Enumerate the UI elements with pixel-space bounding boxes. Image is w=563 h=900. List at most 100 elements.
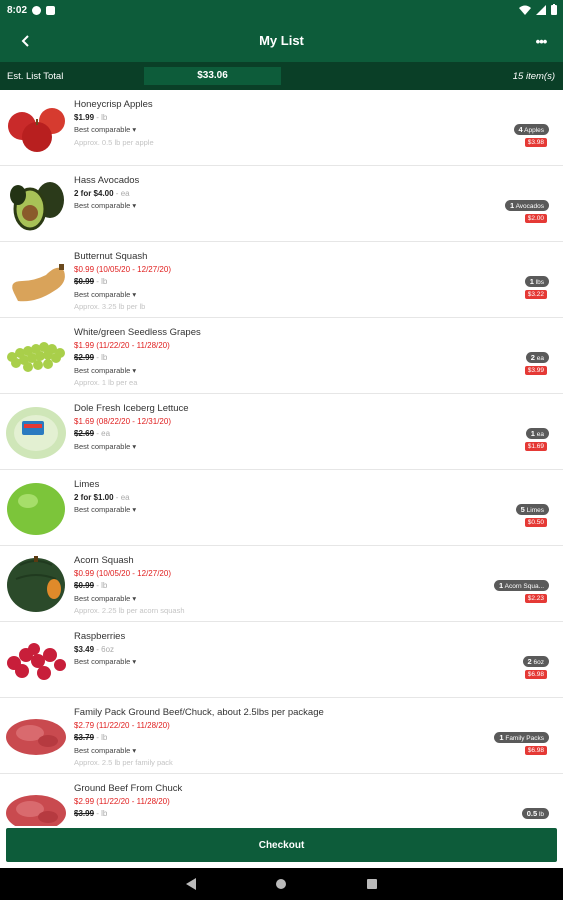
product-image <box>4 403 68 461</box>
item-name[interactable]: Raspberries <box>74 631 454 644</box>
sale-dates: (10/05/20 - 12/27/20) <box>96 568 171 578</box>
item-name[interactable]: Acorn Squash <box>74 555 454 568</box>
sale-price-line: $1.99 (11/22/20 - 11/28/20) <box>74 340 454 353</box>
quantity-unit: Family Packs <box>505 735 544 742</box>
product-image <box>4 555 68 613</box>
approx-weight: Approx. 2.5 lb per family pack <box>74 758 173 767</box>
nav-recents-icon[interactable] <box>367 879 377 889</box>
sale-price: $2.99 <box>74 796 95 806</box>
quantity-badge[interactable]: 0.5 lb <box>521 808 549 819</box>
best-comparable-dropdown[interactable]: Best comparable ▾ <box>74 745 454 758</box>
app-bar: My List ••• <box>0 20 563 62</box>
item-name[interactable]: White/green Seedless Grapes <box>74 327 454 340</box>
page-title: My List <box>259 33 304 48</box>
product-image <box>4 327 68 385</box>
regular-price: 2 for $4.00 <box>74 188 114 198</box>
regular-price-line: $3.99 - lb <box>74 808 454 821</box>
sale-price: $0.99 <box>74 568 95 578</box>
sale-dates: (11/22/20 - 11/28/20) <box>96 720 170 730</box>
product-image <box>4 99 68 157</box>
item-name[interactable]: Dole Fresh Iceberg Lettuce <box>74 403 454 416</box>
best-comparable-dropdown[interactable]: Best comparable ▾ <box>74 656 454 669</box>
item-name[interactable]: Hass Avocados <box>74 175 454 188</box>
list-item[interactable]: Honeycrisp Apples $1.99 - lb Best comparab… <box>0 90 563 166</box>
shopping-list[interactable]: Honeycrisp Apples $1.99 - lb Best comparab… <box>0 90 563 826</box>
price-line: 2 for $1.00 - ea <box>74 492 454 505</box>
nav-back-icon[interactable] <box>186 878 196 890</box>
line-total-badge: $3.22 <box>524 290 547 299</box>
nav-home-icon[interactable] <box>276 879 286 889</box>
approx-weight: Approx. 2.25 lb per acorn squash <box>74 606 185 615</box>
sale-dates: (11/22/20 - 11/28/20) <box>96 340 170 350</box>
item-info: Hass Avocados 2 for $4.00 - ea Best compar… <box>74 175 454 213</box>
quantity-badge[interactable]: 4 Apples <box>513 124 549 135</box>
best-comparable-dropdown[interactable]: Best comparable ▾ <box>74 441 454 454</box>
quantity-number: 1 <box>529 277 534 286</box>
list-item[interactable]: Butternut Squash $0.99 (10/05/20 - 12/27/… <box>0 242 563 318</box>
notification-icon <box>32 5 42 15</box>
list-item[interactable]: Limes 2 for $1.00 - ea Best comparable ▾ 5 … <box>0 470 563 546</box>
item-info: Dole Fresh Iceberg Lettuce $1.69 (08/22/2… <box>74 403 454 453</box>
best-comparable-dropdown[interactable]: Best comparable ▾ <box>74 124 454 137</box>
quantity-badge[interactable]: 1 Family Packs <box>494 732 549 743</box>
list-item[interactable]: Dole Fresh Iceberg Lettuce $1.69 (08/22/2… <box>0 394 563 470</box>
item-name[interactable]: Honeycrisp Apples <box>74 99 454 112</box>
best-comparable-dropdown[interactable]: Best comparable ▾ <box>74 200 454 213</box>
sale-dates: (08/22/20 - 12/31/20) <box>96 416 171 426</box>
line-total-badge: $1.69 <box>524 442 547 451</box>
quantity-unit: lb <box>538 811 544 818</box>
list-item[interactable]: Acorn Squash $0.99 (10/05/20 - 12/27/20) $… <box>0 546 563 622</box>
est-list-total-label: Est. List Total <box>7 71 64 82</box>
more-options-button[interactable]: ••• <box>529 29 553 53</box>
quantity-badge[interactable]: 1 ea <box>525 428 549 439</box>
price-line: 2 for $4.00 - ea <box>74 188 454 201</box>
quantity-badge[interactable]: 1 lbs <box>524 276 549 287</box>
best-comparable-dropdown[interactable]: Best comparable ▾ <box>74 504 454 517</box>
sale-price: $0.99 <box>74 264 95 274</box>
item-info: Ground Beef From Chuck $2.99 (11/22/20 - … <box>74 783 454 821</box>
quantity-badge[interactable]: 2 ea <box>525 352 549 363</box>
line-total-badge: $0.50 <box>524 518 547 527</box>
quantity-number: 1 <box>498 581 504 590</box>
item-name[interactable]: Butternut Squash <box>74 251 454 264</box>
quantity-badge[interactable]: 2 6oz <box>522 656 549 667</box>
regular-price: $3.49 <box>74 644 95 654</box>
item-info: Raspberries $3.49 - 6oz Best comparable ▾ <box>74 631 454 669</box>
quantity-badge[interactable]: 5 Limes <box>515 504 549 515</box>
sale-price-line: $2.99 (11/22/20 - 11/28/20) <box>74 796 454 809</box>
quantity-number: 1 <box>499 733 504 742</box>
sale-price-line: $0.99 (10/05/20 - 12/27/20) <box>74 264 454 277</box>
sale-dates: (10/05/20 - 12/27/20) <box>96 264 171 274</box>
quantity-badge[interactable]: 1 Avocados <box>504 200 549 211</box>
product-image <box>4 251 68 309</box>
sd-card-icon <box>46 5 56 15</box>
list-item[interactable]: Family Pack Ground Beef/Chuck, about 2.5… <box>0 698 563 774</box>
item-name[interactable]: Family Pack Ground Beef/Chuck, about 2.5… <box>74 707 454 720</box>
quantity-badge[interactable]: 1 Acorn Squa... <box>493 580 549 591</box>
list-item[interactable]: White/green Seedless Grapes $1.99 (11/22/… <box>0 318 563 394</box>
sale-dates: (11/22/20 - 11/28/20) <box>96 796 170 806</box>
best-comparable-dropdown[interactable]: Best comparable ▾ <box>74 365 454 378</box>
regular-price-line: $3.79 - lb <box>74 732 454 745</box>
item-name[interactable]: Ground Beef From Chuck <box>74 783 454 796</box>
line-total-badge: $3.98 <box>524 138 547 147</box>
price-unit: - 6oz <box>94 644 115 654</box>
price-line: $3.49 - 6oz <box>74 644 454 657</box>
price-unit: - lb <box>94 353 108 362</box>
list-item[interactable]: Ground Beef From Chuck $2.99 (11/22/20 - … <box>0 774 563 826</box>
quantity-unit: lbs <box>535 279 544 286</box>
battery-icon <box>551 4 557 15</box>
item-info: Family Pack Ground Beef/Chuck, about 2.5… <box>74 707 454 770</box>
signal-icon <box>536 4 546 15</box>
list-item[interactable]: Hass Avocados 2 for $4.00 - ea Best compar… <box>0 166 563 242</box>
quantity-number: 0.5 <box>526 809 538 818</box>
best-comparable-dropdown[interactable]: Best comparable ▾ <box>74 593 454 606</box>
checkout-button[interactable]: Checkout <box>6 828 557 862</box>
best-comparable-dropdown[interactable]: Best comparable ▾ <box>74 289 454 302</box>
regular-price: $1.99 <box>74 112 95 122</box>
sale-price: $1.99 <box>74 340 95 350</box>
list-item[interactable]: Raspberries $3.49 - 6oz Best comparable ▾ 2… <box>0 622 563 698</box>
item-name[interactable]: Limes <box>74 479 454 492</box>
quantity-number: 1 <box>530 429 535 438</box>
sale-price-line: $1.69 (08/22/20 - 12/31/20) <box>74 416 454 429</box>
